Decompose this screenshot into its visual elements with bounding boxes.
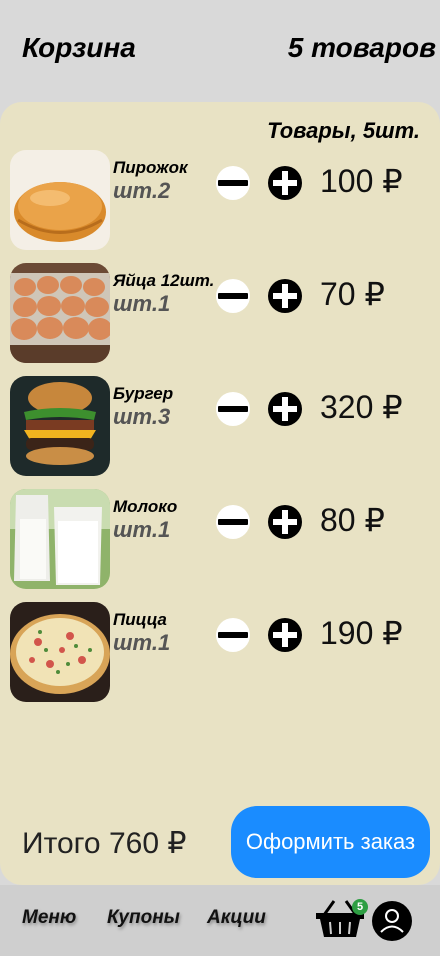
page-title: Корзина bbox=[22, 32, 136, 63]
minus-icon bbox=[218, 519, 248, 525]
minus-icon bbox=[218, 293, 248, 299]
pirozhok-image bbox=[10, 150, 110, 250]
item-price: 80 ₽ bbox=[320, 502, 385, 538]
header: Корзина 5 товаров bbox=[0, 0, 440, 102]
cart-panel: Товары, 5шт. Пирожок шт.2 100 ₽ Яйца 12ш… bbox=[0, 102, 440, 885]
item-count: 5 товаров bbox=[287, 32, 436, 63]
item-quantity: шт.2 bbox=[113, 178, 171, 203]
increase-button[interactable] bbox=[268, 505, 302, 539]
item-quantity: шт.1 bbox=[113, 630, 171, 655]
decrease-button[interactable] bbox=[216, 166, 250, 200]
item-price: 190 ₽ bbox=[320, 615, 403, 651]
cart-badge: 5 bbox=[352, 899, 368, 915]
minus-icon bbox=[218, 632, 248, 638]
milk-image bbox=[10, 489, 110, 589]
item-name: Пицца bbox=[113, 610, 167, 629]
nav-coupons[interactable]: Купоны bbox=[107, 907, 180, 929]
increase-button[interactable] bbox=[268, 618, 302, 652]
burger-image bbox=[10, 376, 110, 476]
item-name: Пирожок bbox=[113, 158, 188, 177]
minus-icon bbox=[218, 406, 248, 412]
checkout-button[interactable]: Оформить заказ bbox=[231, 806, 430, 878]
item-name: Бургер bbox=[113, 384, 174, 403]
pizza-image bbox=[10, 602, 110, 702]
item-price: 320 ₽ bbox=[320, 389, 403, 425]
user-icon bbox=[380, 909, 404, 933]
decrease-button[interactable] bbox=[216, 279, 250, 313]
nav-promotions[interactable]: Акции bbox=[207, 907, 266, 929]
item-name: Молоко bbox=[113, 497, 178, 516]
cart-item: Молоко шт.1 80 ₽ bbox=[0, 489, 440, 589]
item-quantity: шт.1 bbox=[113, 291, 171, 316]
order-total: Итого 760 ₽ bbox=[22, 827, 187, 860]
cart-item: Пирожок шт.2 100 ₽ bbox=[0, 150, 440, 250]
minus-icon bbox=[218, 180, 248, 186]
profile-button[interactable] bbox=[372, 901, 412, 941]
increase-button[interactable] bbox=[268, 279, 302, 313]
nav-menu[interactable]: Меню bbox=[22, 907, 76, 929]
increase-button[interactable] bbox=[268, 392, 302, 426]
item-price: 70 ₽ bbox=[320, 276, 385, 312]
bottom-nav: Меню Купоны Акции 5 bbox=[0, 885, 440, 956]
item-quantity: шт.1 bbox=[113, 517, 171, 542]
decrease-button[interactable] bbox=[216, 505, 250, 539]
item-quantity: шт.3 bbox=[113, 404, 171, 429]
item-price: 100 ₽ bbox=[320, 163, 403, 199]
cart-item: Бургер шт.3 320 ₽ bbox=[0, 376, 440, 476]
increase-button[interactable] bbox=[268, 166, 302, 200]
item-name: Яйца 12шт. bbox=[113, 271, 215, 290]
cart-item: Яйца 12шт. шт.1 70 ₽ bbox=[0, 263, 440, 363]
decrease-button[interactable] bbox=[216, 618, 250, 652]
cart-item: Пицца шт.1 190 ₽ bbox=[0, 602, 440, 702]
eggs-image bbox=[10, 263, 110, 363]
cart-summary: Товары, 5шт. bbox=[267, 118, 420, 143]
decrease-button[interactable] bbox=[216, 392, 250, 426]
